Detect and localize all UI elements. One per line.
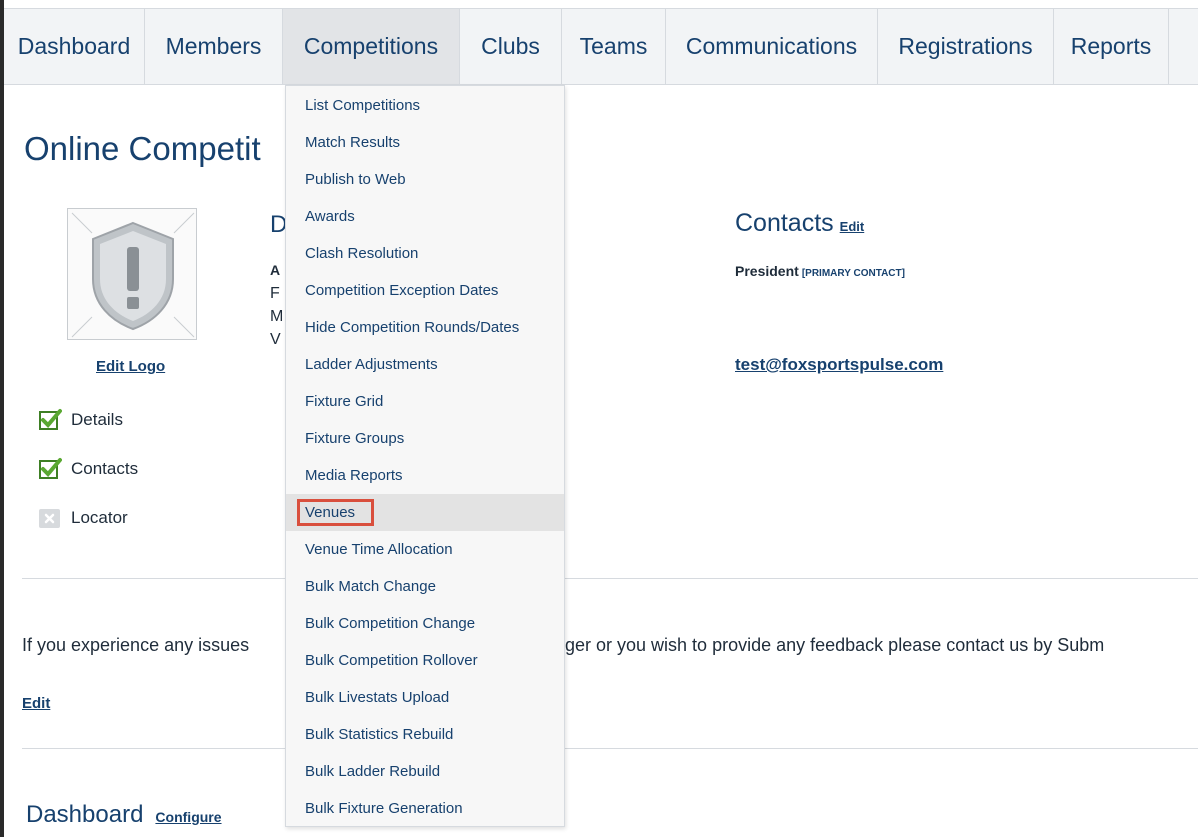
menu-item-label: Media Reports: [305, 467, 403, 484]
nav-communications[interactable]: Communications: [666, 9, 878, 84]
menu-item-bulk-competition-rollover[interactable]: Bulk Competition Rollover: [286, 642, 564, 679]
menu-item-match-results[interactable]: Match Results: [286, 124, 564, 161]
edit-link[interactable]: Edit: [22, 695, 50, 712]
window-left-edge: [0, 0, 4, 837]
menu-item-bulk-livestats-upload[interactable]: Bulk Livestats Upload: [286, 679, 564, 716]
primary-contact-tag: [PRIMARY CONTACT]: [801, 268, 905, 279]
details-row-partial: A: [270, 262, 281, 278]
contacts-heading: Contacts: [735, 209, 834, 237]
menu-item-competition-exception-dates[interactable]: Competition Exception Dates: [286, 272, 564, 309]
menu-item-awards[interactable]: Awards: [286, 198, 564, 235]
menu-item-label: Bulk Fixture Generation: [305, 800, 463, 817]
menu-item-bulk-statistics-rebuild[interactable]: Bulk Statistics Rebuild: [286, 716, 564, 753]
menu-item-label: Bulk Statistics Rebuild: [305, 726, 454, 743]
top-navigation: Dashboard Members Competitions Clubs Tea…: [4, 8, 1198, 85]
contacts-title: Contacts Edit: [735, 209, 864, 238]
checkbox-x-icon: [38, 506, 62, 530]
checklist-label: Locator: [71, 508, 128, 527]
menu-item-ladder-adjustments[interactable]: Ladder Adjustments: [286, 346, 564, 383]
menu-item-label: List Competitions: [305, 97, 421, 114]
checklist-locator[interactable]: Locator: [38, 506, 128, 530]
menu-item-label: Hide Competition Rounds/Dates: [305, 319, 520, 336]
checklist-label: Contacts: [71, 459, 139, 478]
nav-clubs[interactable]: Clubs: [460, 9, 562, 84]
details-row-partial: F: [270, 285, 280, 302]
menu-item-hide-competition-rounds-dates[interactable]: Hide Competition Rounds/Dates: [286, 309, 564, 346]
warning-shield-icon: [71, 212, 195, 338]
menu-item-label: Bulk Ladder Rebuild: [305, 763, 441, 780]
feedback-text-right: ger or you wish to provide any feedback …: [565, 635, 1105, 655]
menu-item-bulk-ladder-rebuild[interactable]: Bulk Ladder Rebuild: [286, 753, 564, 790]
menu-item-venues[interactable]: Venues: [286, 494, 564, 531]
nav-competitions[interactable]: Competitions: [283, 9, 460, 84]
checklist-details[interactable]: Details: [38, 408, 123, 432]
menu-item-label: Publish to Web: [305, 171, 406, 188]
window-top-edge: [0, 0, 1198, 8]
logo-placeholder[interactable]: [67, 208, 197, 340]
menu-item-label: Competition Exception Dates: [305, 282, 499, 299]
dashboard-heading: Dashboard: [26, 801, 144, 828]
menu-item-label: Fixture Grid: [305, 393, 384, 410]
menu-item-label: Match Results: [305, 134, 401, 151]
menu-item-label: Venue Time Allocation: [305, 541, 453, 558]
contacts-edit-link[interactable]: Edit: [840, 219, 865, 234]
contact-email-link[interactable]: test@foxsportspulse.com: [735, 355, 943, 375]
page-title: Online Competit: [24, 130, 261, 167]
dashboard-section-title: Dashboard Configure: [26, 801, 222, 829]
menu-item-label: Ladder Adjustments: [305, 356, 438, 373]
menu-item-label: Fixture Groups: [305, 430, 405, 447]
checkbox-checked-icon: [38, 457, 62, 481]
contact-role: President [PRIMARY CONTACT]: [735, 263, 905, 279]
contact-role-label: President: [735, 263, 799, 279]
menu-item-bulk-match-change[interactable]: Bulk Match Change: [286, 568, 564, 605]
menu-item-list-competitions[interactable]: List Competitions: [286, 87, 564, 124]
menu-item-label: Bulk Competition Change: [305, 615, 476, 632]
menu-item-label: Bulk Livestats Upload: [305, 689, 450, 706]
menu-item-label: Awards: [305, 208, 355, 225]
checkbox-checked-icon: [38, 408, 62, 432]
menu-item-label: Clash Resolution: [305, 245, 419, 262]
nav-reports[interactable]: Reports: [1054, 9, 1169, 84]
divider: [22, 748, 1198, 749]
menu-item-fixture-grid[interactable]: Fixture Grid: [286, 383, 564, 420]
menu-item-label: Bulk Competition Rollover: [305, 652, 478, 669]
menu-item-publish-to-web[interactable]: Publish to Web: [286, 161, 564, 198]
menu-item-label: Venues: [297, 499, 375, 526]
details-row-partial: V: [270, 331, 281, 348]
nav-registrations[interactable]: Registrations: [878, 9, 1054, 84]
nav-members[interactable]: Members: [145, 9, 283, 84]
nav-teams[interactable]: Teams: [562, 9, 666, 84]
divider: [22, 578, 1198, 579]
configure-link[interactable]: Configure: [155, 809, 221, 825]
menu-item-bulk-competition-change[interactable]: Bulk Competition Change: [286, 605, 564, 642]
menu-item-label: Bulk Match Change: [305, 578, 436, 595]
checklist-label: Details: [71, 410, 123, 429]
details-row-partial: M: [270, 308, 284, 325]
checklist-contacts[interactable]: Contacts: [38, 457, 138, 481]
nav-dashboard[interactable]: Dashboard: [4, 9, 145, 84]
menu-item-clash-resolution[interactable]: Clash Resolution: [286, 235, 564, 272]
menu-item-fixture-groups[interactable]: Fixture Groups: [286, 420, 564, 457]
menu-item-bulk-fixture-generation[interactable]: Bulk Fixture Generation: [286, 790, 564, 827]
competitions-dropdown-menu: List Competitions Match Results Publish …: [285, 85, 565, 827]
menu-item-venue-time-allocation[interactable]: Venue Time Allocation: [286, 531, 564, 568]
edit-logo-link[interactable]: Edit Logo: [96, 358, 165, 375]
feedback-text-left: If you experience any issues: [22, 635, 250, 655]
menu-item-media-reports[interactable]: Media Reports: [286, 457, 564, 494]
